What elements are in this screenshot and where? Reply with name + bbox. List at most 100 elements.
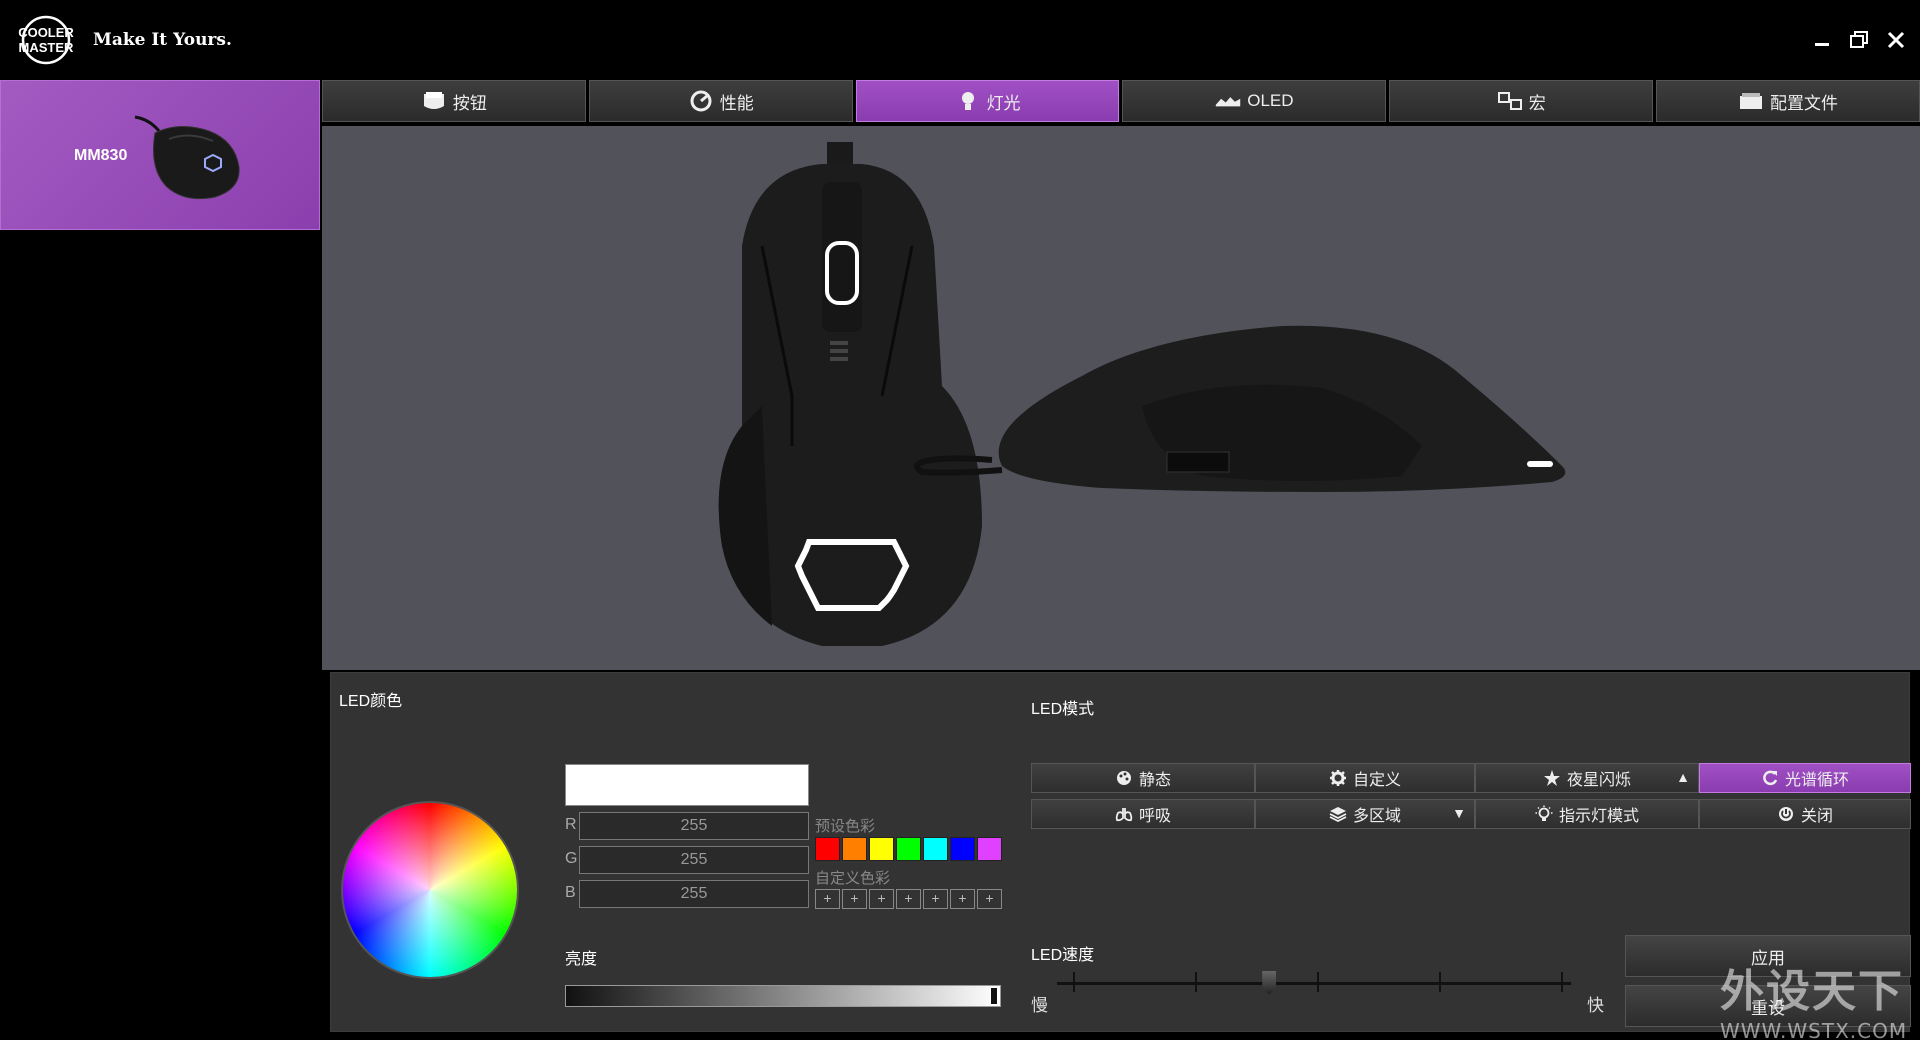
speed-slider-thumb[interactable]	[1262, 971, 1277, 995]
lightbulb-icon	[1535, 805, 1553, 821]
mode-static-button[interactable]: 静态	[1031, 763, 1255, 793]
add-custom-color-button[interactable]: +	[896, 889, 921, 909]
add-custom-color-button[interactable]: +	[869, 889, 894, 909]
led-mode-grid: 静态 自定义 夜星闪烁 ▲ 光谱循环 呼吸 多区域 ▼ 指示灯模式 关闭	[1031, 763, 1911, 831]
preset-color-swatch[interactable]	[977, 837, 1002, 861]
mouse-preview	[322, 126, 1920, 670]
chevron-down-icon[interactable]: ▼	[1452, 805, 1466, 821]
brightness-thumb[interactable]	[990, 987, 998, 1005]
device-sidebar: MM830	[0, 80, 320, 1040]
tab-buttons[interactable]: 按钮	[322, 80, 586, 122]
cooler-master-logo: COOLER MASTER	[18, 15, 75, 65]
speed-tick	[1439, 972, 1441, 992]
preset-color-swatch[interactable]	[842, 837, 867, 861]
gauge-icon	[690, 90, 712, 112]
preset-color-swatch[interactable]	[869, 837, 894, 861]
star-icon	[1543, 770, 1560, 786]
add-custom-color-button[interactable]: +	[815, 889, 840, 909]
mode-indicator-button[interactable]: 指示灯模式	[1475, 799, 1699, 829]
r-label: R	[565, 816, 577, 833]
mode-star-twinkle-button[interactable]: 夜星闪烁 ▲	[1475, 763, 1699, 793]
preset-color-swatch[interactable]	[815, 837, 840, 861]
b-label: B	[565, 884, 576, 901]
palette-icon	[1116, 771, 1131, 785]
preset-color-swatch[interactable]	[923, 837, 948, 861]
power-icon	[1778, 807, 1793, 821]
tab-label: OLED	[1247, 91, 1294, 110]
mouse-top-view	[718, 142, 982, 646]
add-custom-color-button[interactable]: +	[977, 889, 1002, 909]
speed-tick	[1195, 972, 1197, 992]
restore-icon[interactable]	[1845, 26, 1873, 54]
color-wheel[interactable]	[341, 801, 519, 979]
add-custom-color-button[interactable]: +	[950, 889, 975, 909]
mode-multi-zone-button[interactable]: 多区域 ▼	[1255, 799, 1475, 829]
mouse-button-icon	[423, 92, 444, 109]
speed-slider-track[interactable]	[1057, 982, 1571, 985]
mode-custom-button[interactable]: 自定义	[1255, 763, 1475, 793]
watermark-url: WWW.WSTX.COM	[1720, 1019, 1908, 1040]
mode-label: 呼吸	[1138, 808, 1171, 825]
oled-icon	[1216, 97, 1241, 107]
preset-color-swatch[interactable]	[896, 837, 921, 861]
macro-icon	[1497, 92, 1522, 110]
tab-macro[interactable]: 宏	[1389, 80, 1654, 122]
g-input[interactable]: 255	[579, 846, 809, 874]
mode-label: 多区域	[1352, 808, 1401, 825]
mode-label: 夜星闪烁	[1566, 772, 1631, 789]
preset-colors-label: 预设色彩	[815, 818, 876, 835]
gear-icon	[1329, 770, 1346, 786]
main-tabs: 按钮 性能 灯光 OLED 宏 配置文件	[322, 80, 1920, 124]
speed-fast-label: 快	[1587, 996, 1604, 1015]
tab-performance[interactable]: 性能	[588, 80, 853, 122]
preset-color-swatch[interactable]	[950, 837, 975, 861]
tab-label: 配置文件	[1770, 93, 1839, 113]
g-row: G 255	[565, 846, 809, 874]
brightness-slider[interactable]	[565, 985, 1001, 1007]
watermark-title: 外设天下	[1720, 966, 1904, 1017]
chevron-up-icon[interactable]: ▲	[1676, 769, 1690, 785]
lungs-icon	[1115, 808, 1133, 822]
mode-spectrum-cycle-button[interactable]: 光谱循环	[1699, 763, 1911, 793]
svg-text:MASTER: MASTER	[19, 40, 75, 55]
mode-off-button[interactable]: 关闭	[1699, 799, 1911, 829]
tab-label: 按钮	[452, 93, 487, 113]
add-custom-color-button[interactable]: +	[842, 889, 867, 909]
close-icon[interactable]	[1882, 26, 1910, 54]
mode-breathing-button[interactable]: 呼吸	[1031, 799, 1255, 829]
tab-profiles[interactable]: 配置文件	[1656, 80, 1920, 122]
speed-tick	[1073, 972, 1075, 992]
tab-label: 灯光	[986, 93, 1021, 113]
b-row: B 255	[565, 880, 809, 908]
r-input[interactable]: 255	[579, 812, 809, 840]
b-input[interactable]: 255	[579, 880, 809, 908]
preset-colors	[815, 837, 1002, 861]
bulb-icon	[961, 92, 974, 110]
folder-icon	[1740, 93, 1763, 109]
mode-label: 光谱循环	[1784, 772, 1849, 789]
mode-label: 静态	[1138, 772, 1171, 789]
speed-tick	[1317, 972, 1319, 992]
device-card-mm830[interactable]: MM830	[0, 80, 320, 230]
led-mode-label: LED模式	[1031, 701, 1095, 718]
mouse-render	[718, 142, 1566, 646]
tab-oled[interactable]: OLED	[1122, 80, 1387, 122]
mouse-side-view	[914, 325, 1566, 492]
speed-slow-label: 慢	[1031, 996, 1048, 1015]
tab-label: 宏	[1528, 93, 1546, 113]
custom-colors: + + + + + + +	[815, 889, 1002, 909]
watermark: 外设天下 WWW.WSTX.COM	[1720, 955, 1910, 1040]
device-name: MM830	[74, 147, 128, 164]
add-custom-color-button[interactable]: +	[923, 889, 948, 909]
current-color-swatch	[565, 764, 809, 806]
g-label: G	[565, 850, 578, 867]
minimize-icon[interactable]	[1808, 26, 1836, 54]
tab-label: 性能	[719, 93, 754, 113]
title-bar: COOLER MASTER Make It Yours.	[0, 0, 1920, 80]
mode-label: 自定义	[1352, 772, 1401, 789]
refresh-icon	[1763, 770, 1778, 786]
led-color-label: LED颜色	[339, 693, 403, 710]
lighting-control-panel: LED颜色 R 255 G 255 B 255 预设色彩 自定义色彩 + + + + +…	[330, 672, 1911, 1032]
svg-text:COOLER: COOLER	[18, 25, 74, 40]
tab-lighting[interactable]: 灯光	[855, 80, 1120, 122]
